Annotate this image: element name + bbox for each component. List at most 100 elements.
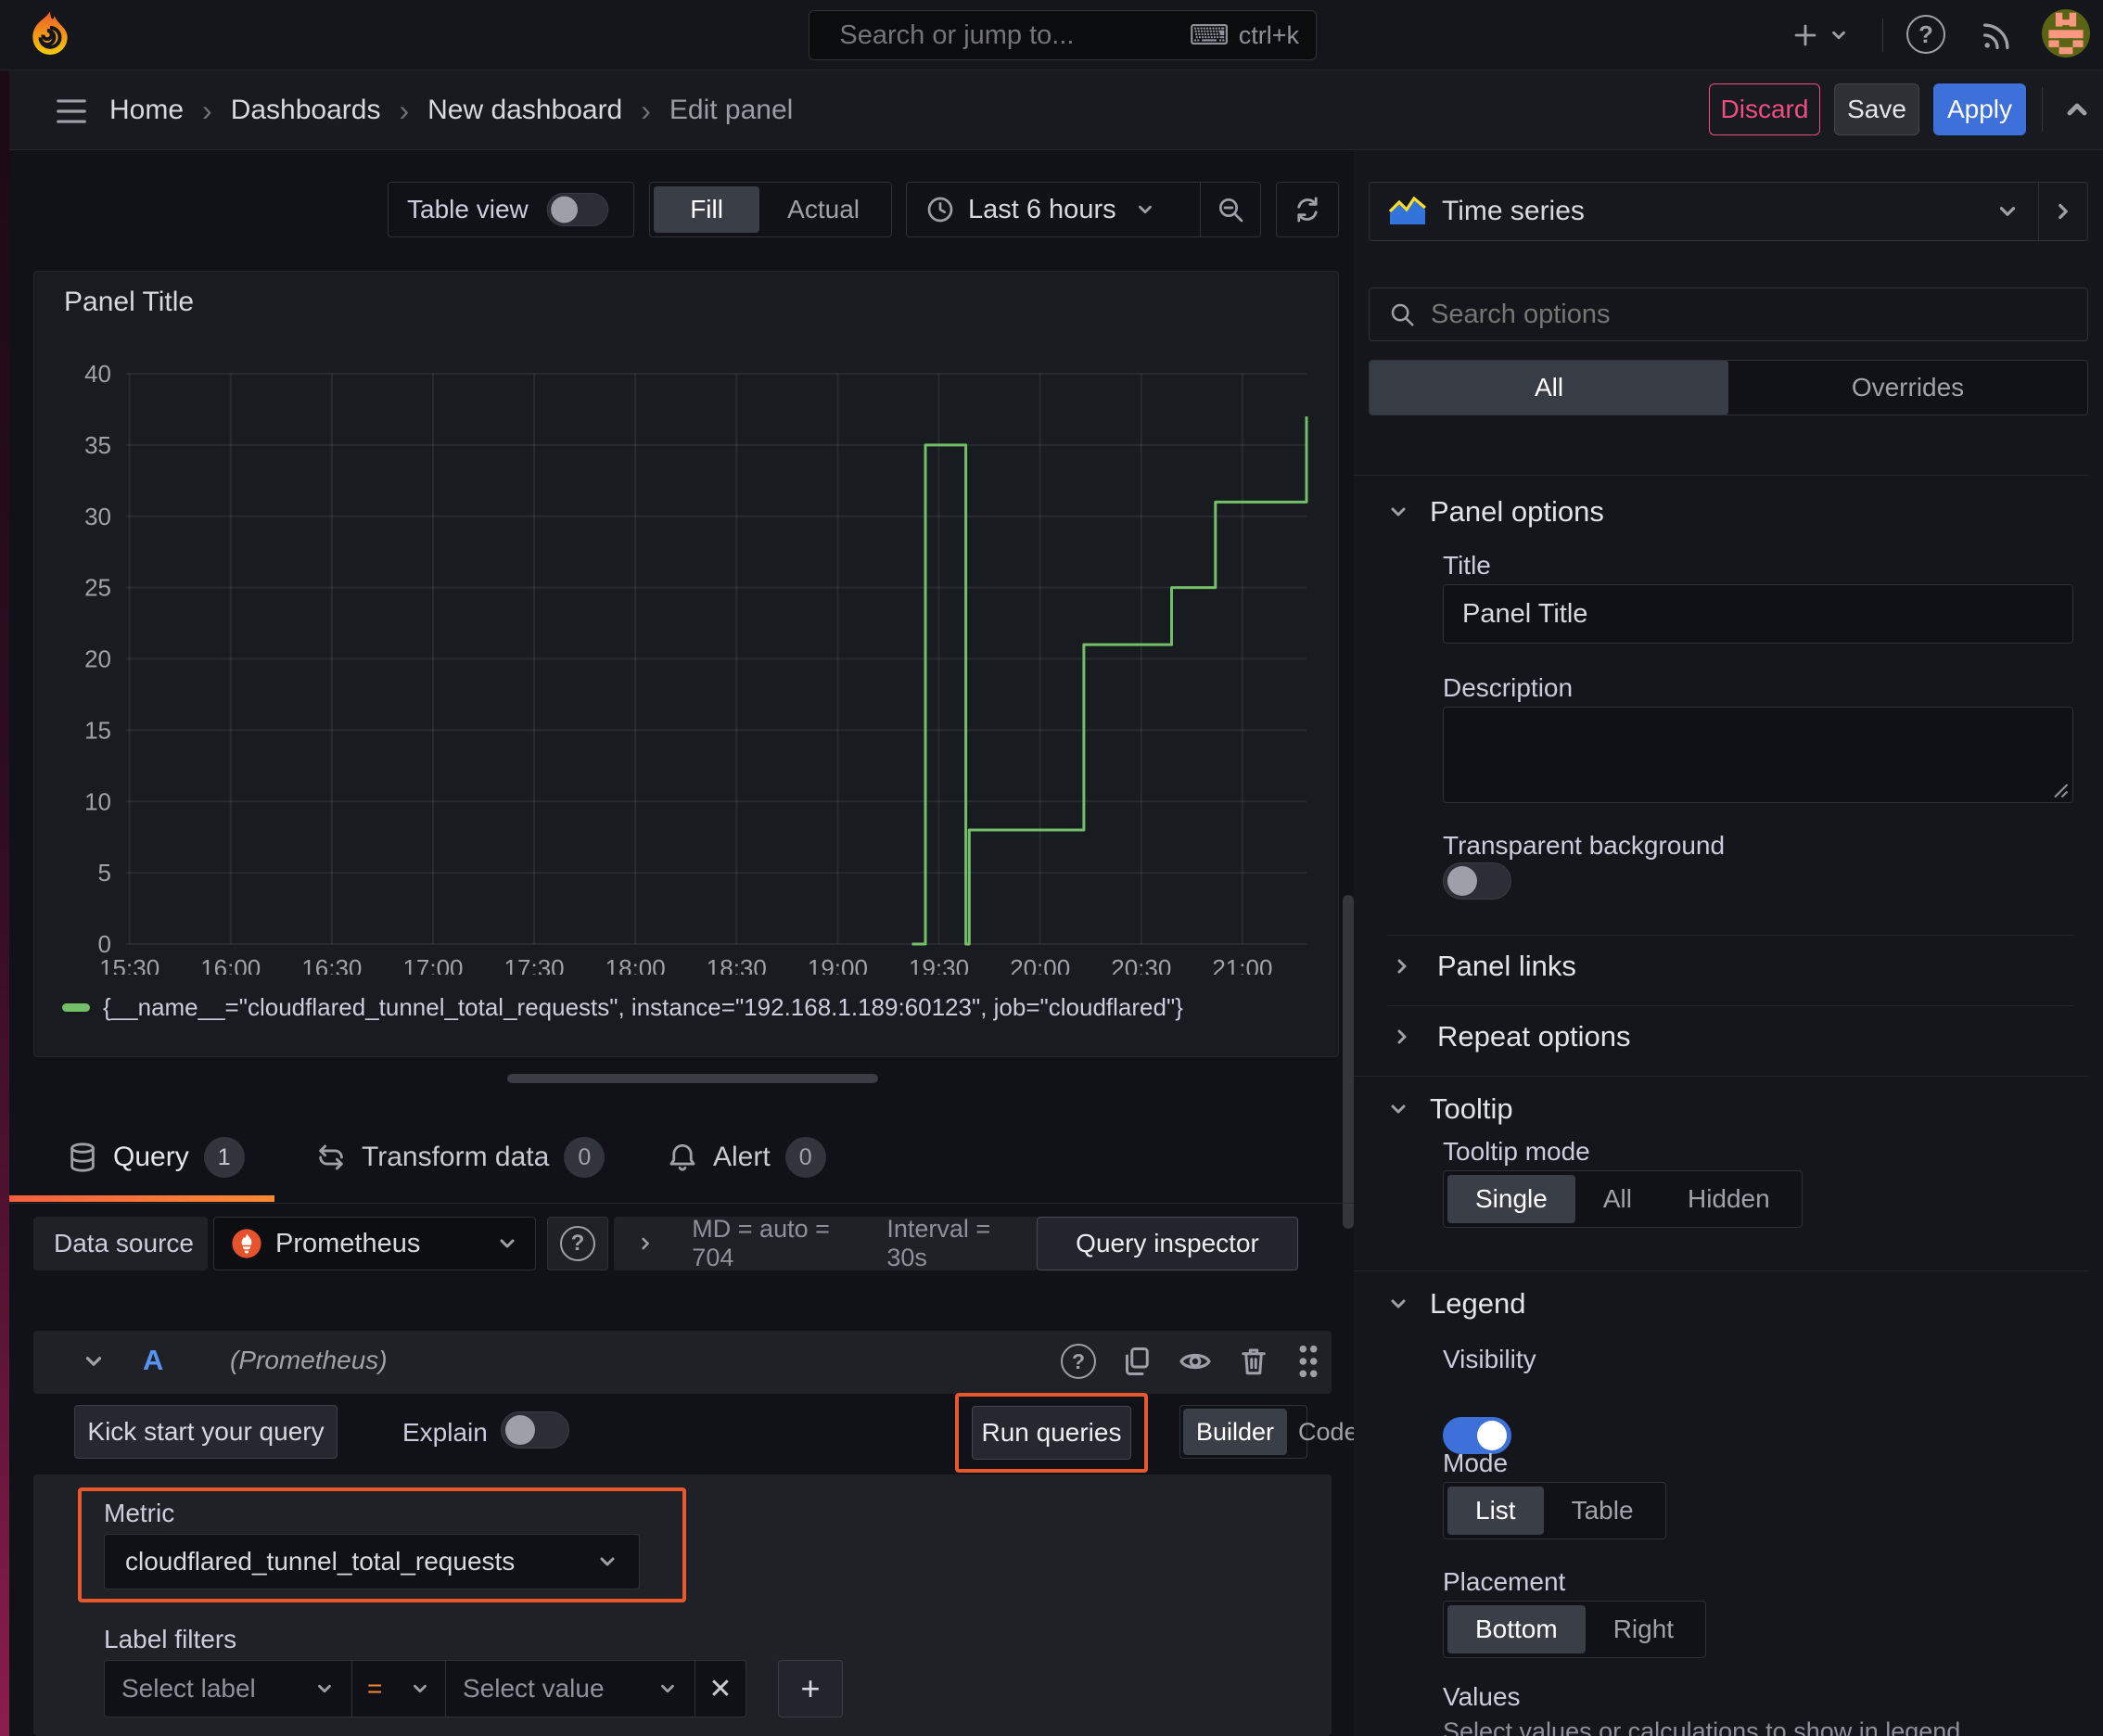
resize-handle-icon[interactable]	[2052, 782, 2069, 798]
chevron-right-icon[interactable]	[636, 1232, 655, 1255]
chevron-up-icon	[2067, 103, 2087, 116]
svg-text:21:00: 21:00	[1212, 954, 1272, 975]
run-queries-button[interactable]: Run queries	[972, 1406, 1131, 1460]
editor-tabs-bar: Query 1 Transform data 0 Alert 0	[9, 1117, 1354, 1204]
legend-placement-right[interactable]: Right	[1586, 1605, 1702, 1653]
tab-alert[interactable]: Alert 0	[667, 1117, 826, 1197]
breadcrumb-dashboards[interactable]: Dashboards	[231, 95, 381, 126]
refresh-button[interactable]	[1276, 182, 1339, 237]
panel: Panel Title 0 5 10 15 20 25 30 35 40 15:30 16:00 16…	[33, 271, 1339, 1057]
global-search[interactable]: ⌨ ctrl+k	[809, 10, 1317, 60]
repeat-options-title: Repeat options	[1437, 1020, 1631, 1053]
tab-alert-count: 0	[784, 1137, 826, 1178]
viz-type-label: Time series	[1442, 196, 1585, 226]
transparent-background-toggle[interactable]	[1443, 862, 1511, 900]
news-button[interactable]	[1979, 17, 2016, 54]
query-row-header[interactable]: A (Prometheus) ?	[33, 1331, 1332, 1394]
datasource-picker[interactable]: Prometheus	[213, 1217, 536, 1270]
breadcrumb-new-dashboard[interactable]: New dashboard	[427, 95, 622, 126]
tooltip-title: Tooltip	[1430, 1092, 1513, 1125]
resize-drag-handle[interactable]	[507, 1074, 878, 1083]
operator-dropdown[interactable]: =	[351, 1660, 446, 1717]
options-sidebar: Time series All Overrides Panel options …	[1354, 150, 2103, 1736]
tab-query[interactable]: Query 1	[67, 1117, 245, 1197]
panel-title-input[interactable]	[1443, 584, 2073, 644]
query-stats-bar: MD = auto = 704 Interval = 30s	[614, 1215, 1037, 1271]
collapse-header-button[interactable]	[2060, 95, 2094, 124]
collapse-chevron-icon[interactable]	[82, 1349, 106, 1373]
select-label-dropdown[interactable]: Select label	[104, 1660, 352, 1717]
legend-placement-bottom[interactable]: Bottom	[1447, 1605, 1586, 1653]
tooltip-header[interactable]: Tooltip	[1387, 1092, 1513, 1126]
datasource-help-button[interactable]: ?	[547, 1217, 608, 1270]
fill-actual-segmented: Fill Actual	[649, 182, 892, 237]
visualization-picker[interactable]: Time series	[1369, 182, 2088, 241]
svg-text:15:30: 15:30	[99, 954, 159, 975]
kick-start-button[interactable]: Kick start your query	[74, 1405, 338, 1459]
description-textarea[interactable]	[1443, 707, 2073, 803]
toggle-viz-pane-button[interactable]	[2039, 183, 2087, 240]
chevron-down-icon	[1138, 205, 1152, 214]
table-view-control[interactable]: Table view	[388, 182, 634, 237]
trash-icon[interactable]	[1237, 1345, 1270, 1378]
legend-swatch[interactable]	[62, 1003, 90, 1012]
query-inspector-button[interactable]: Query inspector	[1037, 1217, 1298, 1270]
panel-title[interactable]: Panel Title	[64, 287, 194, 318]
actual-option[interactable]: Actual	[759, 186, 887, 233]
zoom-out-icon	[1219, 198, 1243, 223]
apply-button[interactable]: Apply	[1933, 83, 2026, 135]
metric-select[interactable]: cloudflared_tunnel_total_requests	[104, 1534, 640, 1589]
tooltip-mode-all[interactable]: All	[1575, 1175, 1660, 1223]
tab-transform[interactable]: Transform data 0	[315, 1117, 605, 1197]
label-filter-row: Select label = Select value ✕ +	[104, 1660, 843, 1717]
panel-links-header[interactable]: Panel links	[1391, 950, 1576, 983]
help-button[interactable]: ?	[1906, 15, 1945, 54]
options-tab-overrides[interactable]: Overrides	[1728, 361, 2087, 415]
time-range-label: Last 6 hours	[968, 194, 1116, 224]
builder-option[interactable]: Builder	[1183, 1409, 1288, 1455]
hamburger-menu-button[interactable]	[54, 96, 89, 126]
time-range-picker[interactable]: Last 6 hours	[907, 183, 1200, 236]
drag-grip-icon[interactable]	[1294, 1344, 1322, 1379]
toggle-knob	[1477, 1421, 1507, 1450]
duplicate-icon[interactable]	[1120, 1345, 1153, 1378]
search-input[interactable]	[839, 19, 1190, 51]
zoom-out-button[interactable]	[1201, 183, 1260, 236]
legend-mode-list[interactable]: List	[1447, 1487, 1544, 1535]
tooltip-mode-hidden[interactable]: Hidden	[1660, 1175, 1798, 1223]
help-icon: ?	[560, 1226, 595, 1261]
panel-options-header[interactable]: Panel options	[1387, 495, 1604, 529]
table-view-toggle[interactable]	[546, 193, 609, 226]
grafana-logo[interactable]	[24, 9, 76, 61]
legend-header[interactable]: Legend	[1387, 1287, 1525, 1321]
avatar[interactable]	[2042, 9, 2090, 57]
chevron-down-icon	[1999, 207, 2016, 216]
eye-icon[interactable]	[1178, 1344, 1213, 1379]
options-tab-all[interactable]: All	[1370, 361, 1728, 415]
repeat-options-header[interactable]: Repeat options	[1391, 1020, 1631, 1053]
save-button[interactable]: Save	[1834, 83, 1919, 135]
values-label: Values	[1443, 1682, 1521, 1711]
add-filter-button[interactable]: +	[778, 1660, 843, 1717]
legend-mode-table[interactable]: Table	[1544, 1487, 1662, 1535]
placement-label: Placement	[1443, 1567, 1566, 1596]
remove-filter-button[interactable]: ✕	[695, 1660, 746, 1717]
tooltip-mode-single[interactable]: Single	[1447, 1175, 1575, 1223]
explain-toggle[interactable]	[501, 1411, 569, 1449]
breadcrumb-separator: ›	[202, 93, 212, 127]
legend-series-name[interactable]: {__name__="cloudflared_tunnel_total_requ…	[103, 993, 1183, 1022]
fill-option[interactable]: Fill	[654, 186, 760, 233]
select-value-dropdown[interactable]: Select value	[445, 1660, 695, 1717]
discard-button[interactable]: Discard	[1709, 83, 1820, 135]
options-search[interactable]	[1369, 287, 2088, 341]
query-help-icon[interactable]: ?	[1061, 1344, 1096, 1379]
rss-icon	[1983, 23, 2009, 49]
time-series-chart[interactable]: 051015202530354015:30 16:00 16:30 17:00 17:3…	[34, 326, 1338, 975]
chart-legend[interactable]: {__name__="cloudflared_tunnel_total_requ…	[62, 993, 1183, 1022]
breadcrumb-home[interactable]: Home	[109, 95, 184, 126]
options-search-input[interactable]	[1431, 299, 2069, 330]
svg-text:17:00: 17:00	[402, 954, 463, 975]
query-ref-id[interactable]: A	[143, 1344, 163, 1377]
help-icon: ?	[1906, 15, 1945, 54]
new-menu-button[interactable]	[1790, 17, 1849, 54]
